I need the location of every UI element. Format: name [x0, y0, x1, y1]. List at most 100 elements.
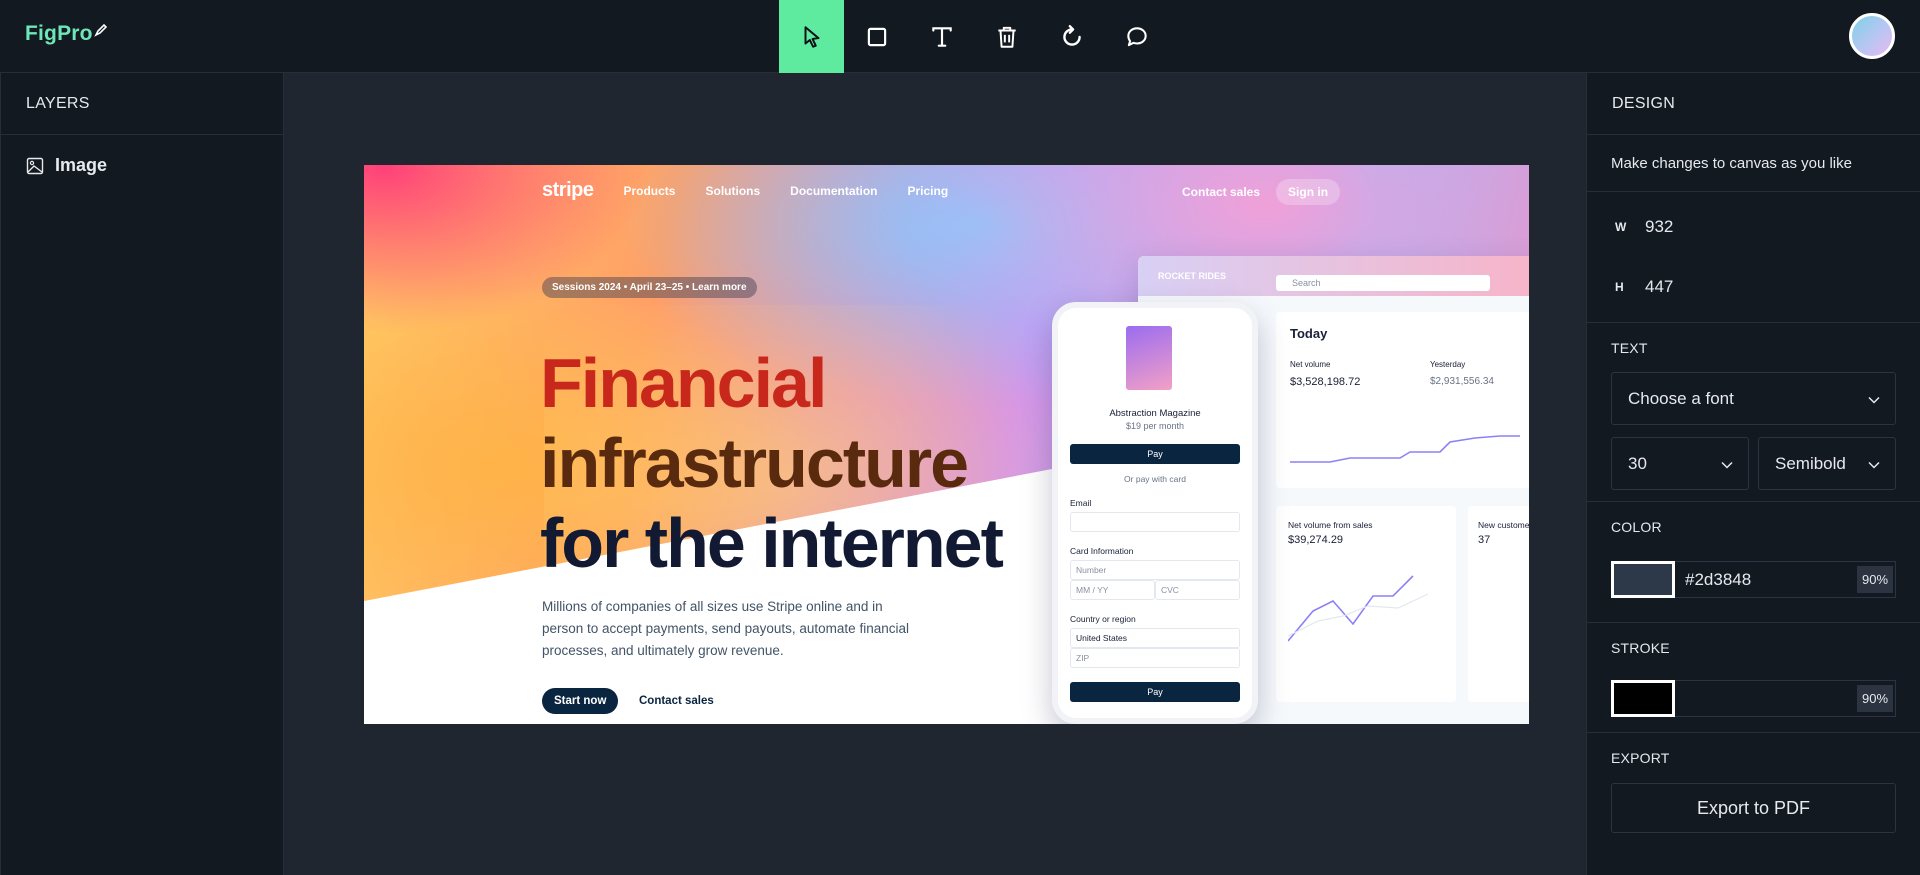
font-size-select[interactable]: 30 — [1611, 437, 1749, 490]
height-row: H 447 — [1587, 257, 1920, 317]
or-pay-with-card: Or pay with card — [1124, 474, 1186, 484]
hero-headline: Financial infrastructure for the interne… — [540, 343, 1004, 583]
stroke-color-row: 90% — [1611, 680, 1896, 717]
email-field — [1070, 512, 1240, 532]
width-row: W 932 — [1587, 197, 1920, 257]
customers-card-label: New customers — [1478, 520, 1529, 530]
nav-link-pricing: Pricing — [907, 183, 949, 198]
product-price: $19 per month — [1125, 421, 1185, 431]
top-toolbar: FigPro — [0, 0, 1920, 73]
pen-icon — [93, 23, 107, 37]
card-info-label: Card Information — [1070, 546, 1134, 556]
layer-item-label: Image — [55, 155, 108, 175]
export-pdf-button[interactable]: Export to PDF — [1611, 783, 1896, 833]
sales-card-chart — [1288, 575, 1429, 642]
user-avatar[interactable] — [1849, 13, 1895, 59]
reset-tool-button[interactable] — [1039, 0, 1104, 73]
chevron-down-icon — [1721, 461, 1733, 469]
chevron-down-icon — [1868, 461, 1880, 469]
cursor-icon — [804, 25, 819, 48]
layers-panel: LAYERS Image — [0, 73, 284, 875]
square-icon — [867, 27, 886, 46]
email-label: Email — [1070, 498, 1092, 508]
font-weight-select[interactable]: Semibold — [1758, 437, 1896, 490]
phone-mockup: Abstraction Magazine $19 per month Pay O… — [1052, 302, 1258, 724]
stripe-nav: stripe Products Solutions Documentation … — [542, 179, 1522, 205]
nav-link-solutions: Solutions — [705, 183, 761, 198]
trash-icon — [997, 26, 1016, 48]
yesterday-label: Yesterday — [1430, 360, 1466, 369]
text-section: TEXT Choose a font 30 Semibold — [1587, 323, 1920, 502]
hero-copy: Millions of companies of all sizes use S… — [542, 599, 909, 658]
layers-title: LAYERS — [1, 73, 283, 135]
fill-opacity[interactable]: 90% — [1857, 566, 1893, 593]
stripe-logo: stripe — [542, 179, 594, 201]
color-section: COLOR #2d3848 90% — [1587, 502, 1920, 623]
delete-tool-button[interactable] — [974, 0, 1039, 73]
rectangle-tool-button[interactable] — [844, 0, 909, 73]
today-title: Today — [1290, 326, 1328, 341]
app-logo: FigPro — [25, 22, 108, 46]
width-input[interactable]: 932 — [1645, 217, 1673, 237]
font-family-select[interactable]: Choose a font — [1611, 372, 1896, 425]
sales-card-value: $39,274.29 — [1288, 534, 1344, 546]
nav-sign-in: Sign in — [1276, 179, 1341, 205]
fill-color-hex[interactable]: #2d3848 — [1685, 570, 1751, 590]
image-icon — [26, 157, 44, 174]
layer-item-image[interactable]: Image — [1, 135, 283, 176]
today-sparkline — [1290, 435, 1520, 463]
sessions-pill: Sessions 2024 • April 23–25 • Learn more — [542, 277, 757, 298]
refresh-icon — [1062, 24, 1081, 46]
stroke-label: STROKE — [1611, 640, 1670, 656]
stroke-opacity[interactable]: 90% — [1857, 685, 1893, 712]
net-volume-label: Net volume — [1290, 360, 1331, 369]
sales-card-label: Net volume from sales — [1288, 520, 1373, 530]
text-tool-button[interactable] — [909, 0, 974, 73]
design-panel: DESIGN Make changes to canvas as you lik… — [1586, 73, 1920, 875]
country-select: United States — [1070, 628, 1240, 648]
chat-bubble-icon — [1126, 26, 1147, 46]
headline-line-2: infrastructure — [540, 424, 969, 502]
yesterday-value: $2,931,556.34 — [1430, 376, 1494, 387]
text-label: TEXT — [1611, 340, 1648, 356]
zip-field: ZIP — [1070, 648, 1240, 668]
card-number-field: Number — [1070, 560, 1240, 580]
design-description: Make changes to canvas as you like — [1587, 135, 1920, 192]
headline-line-3: for the internet — [540, 504, 1004, 582]
stroke-section: STROKE 90% — [1587, 623, 1920, 733]
card-expiry-field: MM / YY — [1070, 580, 1155, 600]
net-volume-value: $3,528,198.72 — [1290, 376, 1361, 388]
height-input[interactable]: 447 — [1645, 277, 1673, 297]
text-icon — [931, 26, 952, 47]
canvas-image[interactable]: stripe Products Solutions Documentation … — [364, 165, 1529, 724]
tool-group — [779, 0, 1169, 73]
export-label: EXPORT — [1611, 750, 1670, 766]
stroke-color-swatch[interactable] — [1611, 680, 1675, 717]
contact-sales-link: Contact sales — [639, 695, 714, 707]
customers-card-value: 37 — [1478, 534, 1491, 546]
fill-color-swatch[interactable] — [1611, 561, 1675, 598]
dashboard-brand: ROCKET RIDES — [1158, 271, 1227, 281]
product-name: Abstraction Magazine — [1109, 408, 1201, 419]
app-logo-text: FigPro — [25, 22, 93, 45]
fill-color-row: #2d3848 90% — [1611, 561, 1896, 598]
select-tool-button[interactable] — [779, 0, 844, 73]
width-label: W — [1615, 220, 1627, 234]
nav-link-documentation: Documentation — [790, 183, 878, 198]
font-family-value: Choose a font — [1628, 388, 1734, 408]
headline-line-1: Financial — [540, 344, 827, 422]
export-section: EXPORT Export to PDF — [1587, 733, 1920, 843]
height-label: H — [1615, 280, 1624, 294]
magazine-cover — [1126, 326, 1172, 390]
dashboard-customers-card: New customers 37 — [1468, 506, 1529, 702]
nav-contact-sales: Contact sales — [1182, 185, 1261, 199]
dashboard-today-card: Today Net volume $3,528,198.72 Yesterday… — [1276, 312, 1529, 488]
comment-tool-button[interactable] — [1104, 0, 1169, 73]
country-label: Country or region — [1070, 614, 1136, 624]
start-now-button: Start now — [542, 688, 619, 714]
design-canvas[interactable]: stripe Products Solutions Documentation … — [284, 73, 1586, 875]
design-title: DESIGN — [1587, 73, 1920, 135]
font-size-value: 30 — [1628, 453, 1647, 473]
nav-link-products: Products — [623, 183, 676, 198]
dimensions-section: W 932 H 447 — [1587, 192, 1920, 323]
